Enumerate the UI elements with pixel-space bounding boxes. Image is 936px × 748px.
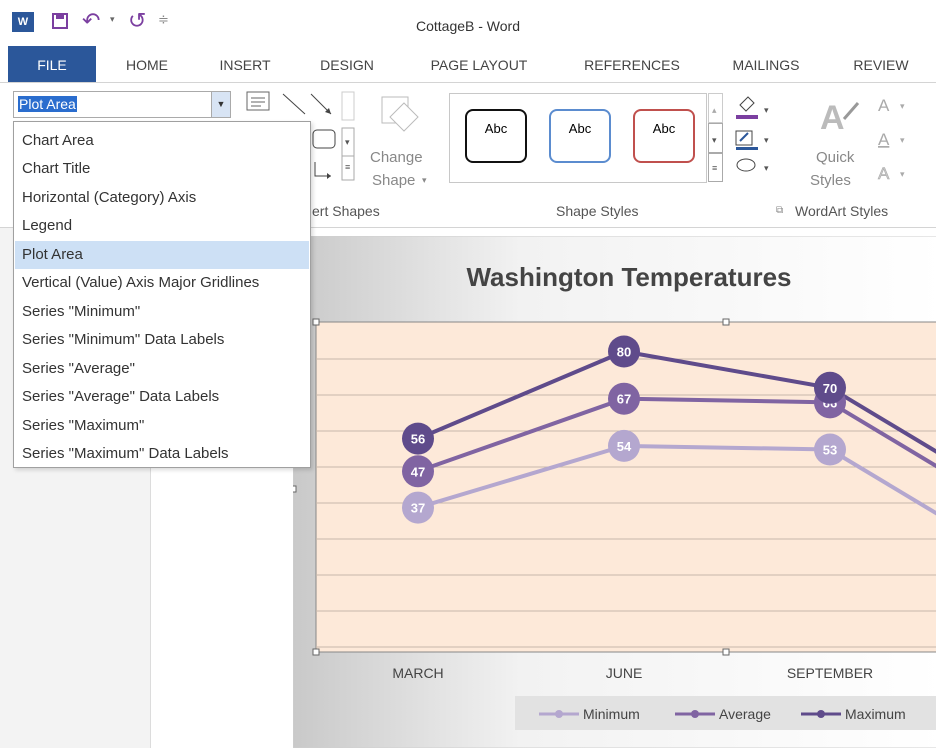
svg-text:▾: ▾ bbox=[764, 105, 769, 115]
quick-styles-icon[interactable]: A bbox=[818, 93, 864, 137]
svg-text:A: A bbox=[820, 99, 845, 137]
svg-text:▾: ▾ bbox=[900, 169, 905, 179]
change-shape-label-1[interactable]: Change bbox=[370, 149, 423, 166]
chart-elements-select-value: Plot Area bbox=[18, 96, 77, 112]
svg-text:▴: ▴ bbox=[712, 105, 717, 115]
dropdown-item-horizontal-axis[interactable]: Horizontal (Category) Axis bbox=[15, 184, 309, 212]
tab-references[interactable]: REFERENCES bbox=[570, 46, 694, 82]
dropdown-item-series-average-labels[interactable]: Series "Average" Data Labels bbox=[15, 383, 309, 411]
quick-styles-label-1[interactable]: Quick bbox=[816, 149, 854, 166]
tab-page-layout[interactable]: PAGE LAYOUT bbox=[416, 46, 542, 82]
dropdown-item-series-average[interactable]: Series "Average" bbox=[15, 355, 309, 383]
data-label[interactable]: 80 bbox=[617, 345, 631, 360]
chart-elements-select[interactable]: Plot Area ▼ bbox=[13, 91, 231, 118]
legend[interactable]: Minimum Average Maximum bbox=[515, 696, 936, 730]
dialog-launcher-icon[interactable]: ⧉ bbox=[776, 205, 783, 216]
svg-text:≡: ≡ bbox=[712, 163, 717, 173]
dropdown-item-series-maximum[interactable]: Series "Maximum" bbox=[15, 412, 309, 440]
dropdown-item-series-minimum-labels[interactable]: Series "Minimum" Data Labels bbox=[15, 326, 309, 354]
quick-styles-label-2[interactable]: Styles bbox=[810, 172, 851, 189]
gallery-scroll[interactable]: ▴ ▾ ≡ bbox=[708, 93, 724, 183]
data-label[interactable]: 54 bbox=[617, 439, 632, 454]
svg-text:▾: ▾ bbox=[712, 135, 717, 145]
legend-marker bbox=[817, 710, 825, 718]
svg-text:▾: ▾ bbox=[764, 163, 769, 173]
change-shape-label-2[interactable]: Shape bbox=[372, 172, 415, 189]
data-label[interactable]: 37 bbox=[411, 501, 425, 516]
tab-design[interactable]: DESIGN bbox=[306, 46, 388, 82]
x-tick-label[interactable]: SEPTEMBER bbox=[787, 665, 873, 681]
dropdown-item-chart-title[interactable]: Chart Title bbox=[15, 155, 309, 183]
svg-text:▾: ▾ bbox=[900, 101, 905, 111]
svg-text:A: A bbox=[878, 130, 890, 149]
tab-mailings[interactable]: MAILINGS bbox=[716, 46, 816, 82]
wordart-group-label: WordArt Styles bbox=[795, 203, 889, 219]
shape-format-buttons[interactable]: ▾ ▾ ▾ bbox=[734, 93, 780, 179]
x-tick-label[interactable]: MARCH bbox=[392, 665, 443, 681]
shape-style-black[interactable]: Abc bbox=[465, 109, 527, 163]
x-tick-label[interactable]: JUNE bbox=[606, 665, 643, 681]
tab-review[interactable]: REVIEW bbox=[836, 46, 926, 82]
data-label[interactable]: 53 bbox=[823, 443, 837, 458]
svg-text:A: A bbox=[878, 96, 890, 115]
tab-file[interactable]: FILE bbox=[8, 46, 96, 82]
insert-shapes-group-label: ert Shapes bbox=[312, 203, 380, 219]
svg-text:A: A bbox=[878, 164, 890, 183]
legend-marker bbox=[691, 710, 699, 718]
legend-entry[interactable]: Maximum bbox=[845, 706, 906, 722]
dropdown-item-series-minimum[interactable]: Series "Minimum" bbox=[15, 298, 309, 326]
chart-elements-dropdown[interactable]: Chart Area Chart Title Horizontal (Categ… bbox=[13, 121, 311, 468]
tab-insert[interactable]: INSERT bbox=[204, 46, 286, 82]
change-shape-icon[interactable] bbox=[378, 93, 424, 141]
dropdown-item-legend[interactable]: Legend bbox=[15, 212, 309, 240]
dropdown-item-plot-area[interactable]: Plot Area bbox=[15, 241, 309, 269]
legend-entry[interactable]: Average bbox=[719, 706, 771, 722]
window-title: CottageB - Word bbox=[415, 18, 520, 34]
chart-title[interactable]: Washington Temperatures bbox=[466, 262, 791, 292]
shape-style-red[interactable]: Abc bbox=[633, 109, 695, 163]
data-label[interactable]: 56 bbox=[411, 432, 425, 447]
chevron-down-icon[interactable]: ▼ bbox=[211, 92, 230, 117]
svg-text:▾: ▾ bbox=[764, 135, 769, 145]
svg-text:▾: ▾ bbox=[900, 135, 905, 145]
svg-text:≡: ≡ bbox=[345, 162, 350, 172]
legend-marker bbox=[555, 710, 563, 718]
svg-text:▾: ▾ bbox=[345, 137, 350, 147]
plot-area[interactable] bbox=[315, 321, 936, 653]
title-bar: W ↶ ▾ ↺ ≑ CottageB - Word bbox=[0, 0, 936, 46]
text-effects-buttons[interactable]: A ▾ A ▾ A ▾ bbox=[874, 93, 924, 183]
dropdown-item-series-maximum-labels[interactable]: Series "Maximum" Data Labels bbox=[15, 440, 309, 468]
shape-styles-group-label: Shape Styles bbox=[556, 203, 639, 219]
shape-style-blue[interactable]: Abc bbox=[549, 109, 611, 163]
data-label[interactable]: 47 bbox=[411, 464, 425, 479]
legend-entry[interactable]: Minimum bbox=[583, 706, 640, 722]
tab-home[interactable]: HOME bbox=[106, 46, 188, 82]
chart[interactable]: Washington Temperatures 3754534767665680… bbox=[293, 236, 936, 748]
dropdown-item-chart-area[interactable]: Chart Area bbox=[15, 127, 309, 155]
dropdown-item-vertical-gridlines[interactable]: Vertical (Value) Axis Major Gridlines bbox=[15, 269, 309, 297]
ribbon-tabs: FILE HOME INSERT DESIGN PAGE LAYOUT REFE… bbox=[0, 46, 936, 83]
data-label[interactable]: 67 bbox=[617, 392, 631, 407]
chevron-down-icon[interactable]: ▾ bbox=[422, 175, 427, 186]
data-label[interactable]: 70 bbox=[823, 381, 837, 396]
